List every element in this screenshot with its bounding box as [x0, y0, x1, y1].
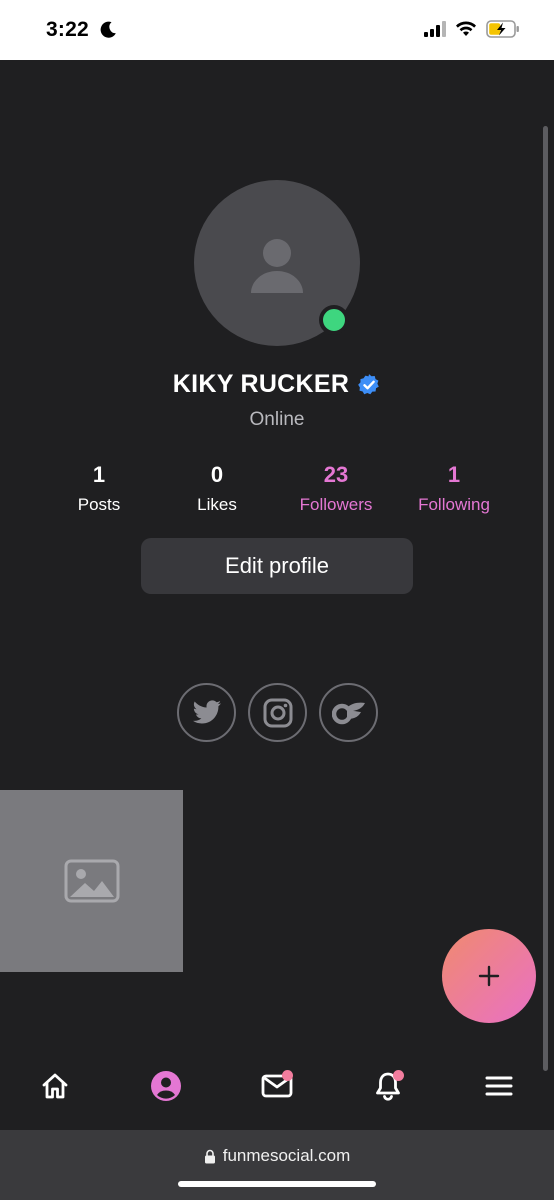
status-bar: 3:22 — [0, 0, 554, 60]
stat-label: Posts — [77, 495, 121, 514]
nav-profile[interactable] — [148, 1068, 184, 1104]
stat-value: 23 — [323, 462, 349, 487]
name-row: KIKY RUCKER — [0, 370, 554, 399]
home-icon — [42, 1073, 68, 1099]
instagram-link[interactable] — [248, 683, 307, 742]
create-post-button[interactable] — [442, 929, 536, 1023]
nav-menu[interactable] — [481, 1068, 517, 1104]
profile-screen: KIKY RUCKER Online 1 Posts 0 Likes 23 Fo… — [0, 60, 554, 1130]
online-indicator — [319, 305, 349, 335]
url-text: funmesocial.com — [222, 1146, 351, 1165]
twitter-icon — [192, 699, 221, 723]
signal-icon — [424, 21, 446, 37]
onlyfans-link[interactable] — [319, 683, 378, 742]
stat-following[interactable]: 1 Following — [394, 462, 514, 515]
unread-badge — [282, 1070, 293, 1081]
moon-icon — [100, 21, 116, 38]
instagram-icon — [263, 698, 292, 727]
stat-value: 0 — [210, 462, 224, 487]
online-status: Online — [249, 409, 305, 430]
stat-label: Likes — [197, 495, 237, 514]
user-placeholder-icon — [251, 239, 303, 293]
image-placeholder-icon — [64, 859, 119, 903]
post-thumbnail[interactable] — [0, 790, 183, 972]
onlyfans-icon — [331, 702, 365, 724]
battery-charging-icon — [486, 20, 519, 38]
stat-label: Followers — [299, 495, 373, 514]
twitter-link[interactable] — [177, 683, 236, 742]
stat-likes[interactable]: 0 Likes — [157, 462, 277, 515]
nav-notifications[interactable] — [370, 1068, 406, 1104]
profile-stats: 1 Posts 0 Likes 23 Followers 1 Following — [0, 462, 554, 522]
unread-badge — [393, 1070, 404, 1081]
stat-label: Following — [418, 495, 490, 514]
nav-messages[interactable] — [259, 1068, 295, 1104]
stat-value: 1 — [447, 462, 461, 487]
plus-icon — [478, 965, 500, 987]
avatar-container[interactable] — [194, 180, 360, 346]
status-icons — [424, 20, 520, 38]
stat-followers[interactable]: 23 Followers — [276, 462, 396, 515]
nav-home[interactable] — [37, 1068, 73, 1104]
social-links — [177, 683, 378, 742]
url-display[interactable]: funmesocial.com — [0, 1146, 554, 1166]
scrollbar[interactable] — [543, 126, 548, 1071]
lock-icon — [204, 1149, 215, 1163]
edit-profile-button[interactable]: Edit profile — [141, 538, 413, 594]
stat-posts[interactable]: 1 Posts — [39, 462, 159, 515]
status-time: 3:22 — [46, 18, 89, 41]
verified-badge-icon — [358, 373, 380, 394]
stat-value: 1 — [92, 462, 106, 487]
bottom-nav — [0, 1056, 554, 1116]
wifi-icon — [456, 21, 476, 36]
profile-icon — [151, 1071, 181, 1101]
home-indicator[interactable] — [178, 1181, 376, 1187]
browser-url-bar[interactable]: funmesocial.com — [0, 1130, 554, 1200]
profile-name: KIKY RUCKER — [172, 370, 350, 398]
menu-icon — [485, 1076, 513, 1096]
